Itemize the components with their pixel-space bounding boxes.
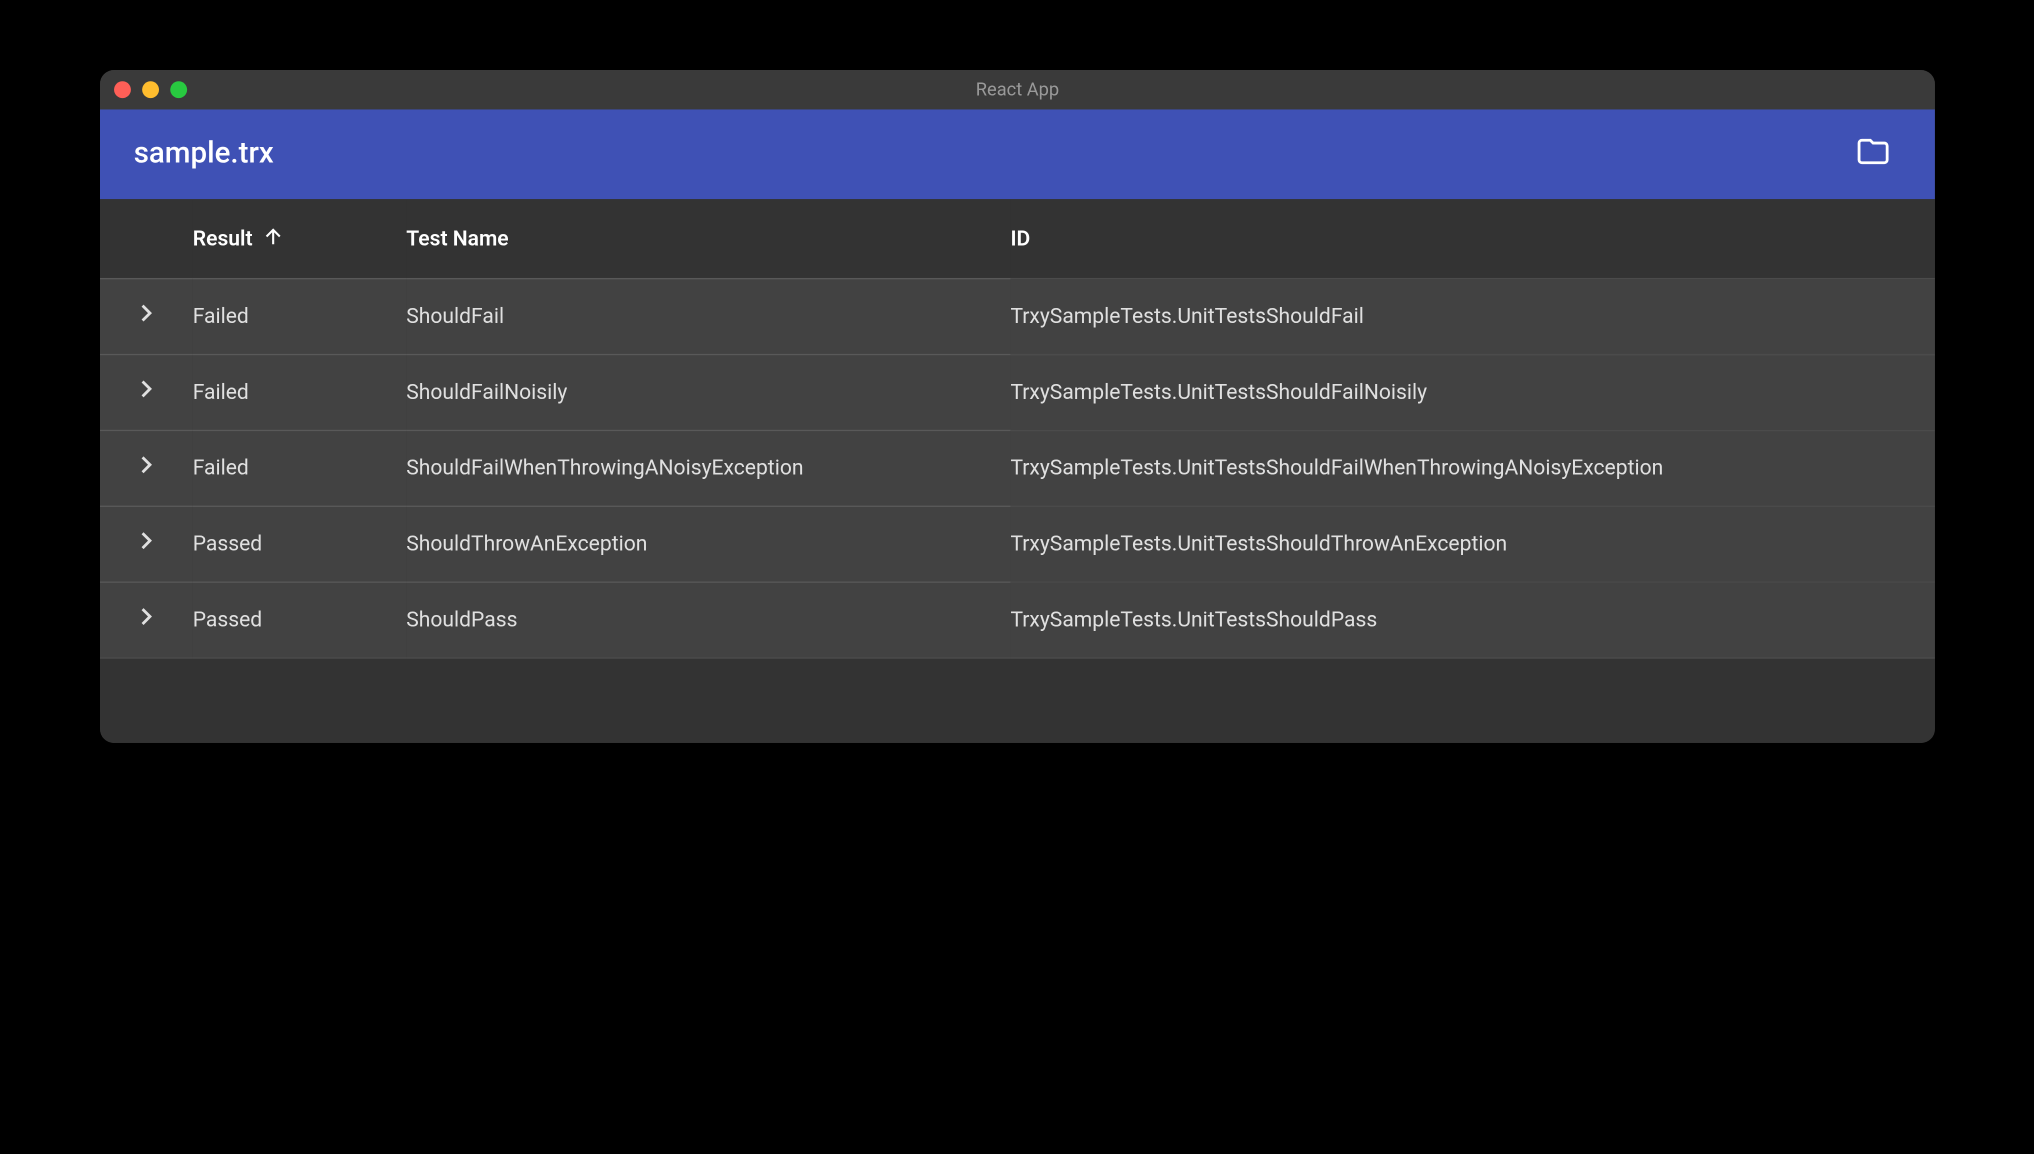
- result-cell: Failed: [193, 278, 407, 354]
- table-row: FailedShouldFailNoisilyTrxySampleTests.U…: [100, 354, 1935, 430]
- result-cell: Passed: [193, 581, 407, 657]
- expand-cell: [100, 430, 193, 506]
- testname-cell: ShouldFailNoisily: [406, 354, 1010, 430]
- expand-row-button[interactable]: [100, 448, 193, 487]
- result-cell: Failed: [193, 430, 407, 506]
- column-id[interactable]: ID: [1010, 199, 1934, 278]
- table-row: FailedShouldFailWhenThrowingANoisyExcept…: [100, 430, 1935, 506]
- result-cell: Passed: [193, 506, 407, 582]
- testname-cell: ShouldThrowAnException: [406, 506, 1010, 582]
- folder-icon: [1856, 135, 1890, 174]
- testname-cell: ShouldPass: [406, 581, 1010, 657]
- id-cell: TrxySampleTests.UnitTestsShouldFail: [1010, 278, 1934, 354]
- column-result-label: Result: [193, 226, 253, 251]
- column-testname[interactable]: Test Name: [406, 199, 1010, 278]
- expand-row-button[interactable]: [100, 296, 193, 335]
- app-window: React App sample.trx Result: [100, 70, 1935, 742]
- expand-cell: [100, 506, 193, 582]
- expand-cell: [100, 354, 193, 430]
- maximize-window-button[interactable]: [170, 81, 187, 98]
- column-result[interactable]: Result: [193, 199, 407, 278]
- table-row: PassedShouldPassTrxySampleTests.UnitTest…: [100, 581, 1935, 657]
- id-cell: TrxySampleTests.UnitTestsShouldThrowAnEx…: [1010, 506, 1934, 582]
- expand-row-button[interactable]: [100, 372, 193, 411]
- open-file-button[interactable]: [1845, 126, 1901, 182]
- chevron-right-icon: [130, 448, 164, 487]
- window-title: React App: [100, 79, 1935, 100]
- appbar: sample.trx: [100, 109, 1935, 199]
- chevron-right-icon: [130, 296, 164, 335]
- chevron-right-icon: [130, 524, 164, 563]
- column-expand: [100, 199, 193, 278]
- column-testname-label: Test Name: [406, 226, 508, 251]
- appbar-title: sample.trx: [134, 137, 274, 171]
- minimize-window-button[interactable]: [142, 81, 159, 98]
- id-cell: TrxySampleTests.UnitTestsShouldFailNoisi…: [1010, 354, 1934, 430]
- testname-cell: ShouldFail: [406, 278, 1010, 354]
- expand-cell: [100, 581, 193, 657]
- close-window-button[interactable]: [114, 81, 131, 98]
- expand-cell: [100, 278, 193, 354]
- chevron-right-icon: [130, 372, 164, 411]
- content: Result Test Name ID FailedShould: [100, 199, 1935, 742]
- chevron-right-icon: [130, 600, 164, 639]
- traffic-lights: [114, 81, 187, 98]
- table-row: FailedShouldFailTrxySampleTests.UnitTest…: [100, 278, 1935, 354]
- results-table: Result Test Name ID FailedShould: [100, 199, 1935, 658]
- result-cell: Failed: [193, 354, 407, 430]
- sort-ascending-icon: [261, 223, 286, 254]
- titlebar: React App: [100, 70, 1935, 109]
- id-cell: TrxySampleTests.UnitTestsShouldPass: [1010, 581, 1934, 657]
- testname-cell: ShouldFailWhenThrowingANoisyException: [406, 430, 1010, 506]
- id-cell: TrxySampleTests.UnitTestsShouldFailWhenT…: [1010, 430, 1934, 506]
- table-row: PassedShouldThrowAnExceptionTrxySampleTe…: [100, 506, 1935, 582]
- column-id-label: ID: [1010, 226, 1030, 251]
- table-header-row: Result Test Name ID: [100, 199, 1935, 278]
- expand-row-button[interactable]: [100, 600, 193, 639]
- expand-row-button[interactable]: [100, 524, 193, 563]
